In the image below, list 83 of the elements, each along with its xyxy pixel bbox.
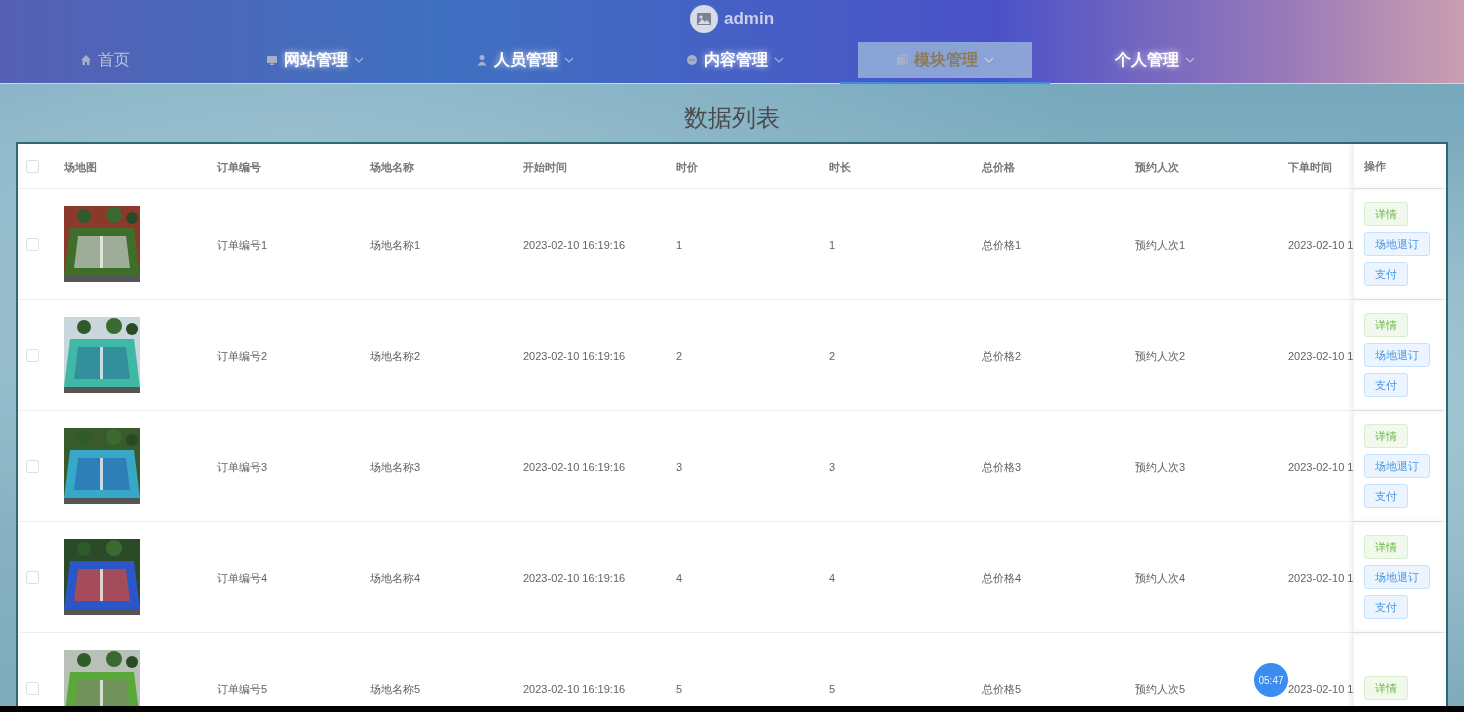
row-checkbox[interactable] <box>26 237 39 251</box>
table-cell: 预约人次3 <box>1135 461 1186 473</box>
table-cell: 5 <box>829 683 836 695</box>
column-header: 预约人次 <box>1135 161 1179 173</box>
detail-button[interactable]: 详情 <box>1364 535 1408 559</box>
avatar-icon <box>689 5 718 33</box>
table-cell: 2023-02-10 1 <box>1288 461 1354 473</box>
table-cell: 订单编号3 <box>217 461 268 473</box>
table-cell: 4 <box>676 572 683 584</box>
column-header: 时长 <box>829 161 851 173</box>
column-header: 订单编号 <box>217 161 261 173</box>
table-cell: 2023-02-10 1 <box>1288 350 1354 362</box>
user-icon <box>476 54 488 66</box>
table-cell: 2023-02-10 16:19:16 <box>523 683 626 695</box>
table-cell: 3 <box>676 461 683 473</box>
table-cell: 场地名称3 <box>370 461 421 473</box>
nav-tab[interactable]: 首页 <box>68 42 142 78</box>
nav-tab[interactable]: 网站管理 <box>254 42 376 78</box>
table-cell: 2 <box>829 350 836 362</box>
table-cell: 3 <box>829 461 836 473</box>
nav-tab[interactable]: 模块管理 <box>858 42 1032 78</box>
home-icon <box>80 54 92 66</box>
nav-tab[interactable]: 人员管理 <box>464 42 586 78</box>
table-cell: 1 <box>829 239 836 251</box>
detail-button[interactable]: 详情 <box>1364 202 1408 226</box>
action-button[interactable]: 场地退订 <box>1364 565 1430 589</box>
column-header: 场地图 <box>64 161 97 173</box>
column-header: 下单时间 <box>1288 161 1332 173</box>
user-name: admin <box>723 9 775 29</box>
row-checkbox[interactable] <box>26 681 39 695</box>
action-button[interactable]: 场地退订 <box>1364 343 1430 367</box>
page-title: 数据列表 <box>683 103 781 133</box>
column-header: 时价 <box>676 161 698 173</box>
table-cell: 场地名称4 <box>370 572 421 584</box>
table-cell: 预约人次5 <box>1135 683 1186 695</box>
column-header: 开始时间 <box>523 161 567 173</box>
table-cell: 总价格5 <box>982 683 1022 695</box>
table-cell: 订单编号1 <box>217 239 268 251</box>
table-cell: 2023-02-10 16:19:16 <box>523 239 626 251</box>
table-cell: 订单编号5 <box>217 683 268 695</box>
nav-tab[interactable]: 个人管理 <box>1103 42 1207 78</box>
row-checkbox[interactable] <box>26 459 39 473</box>
detail-button[interactable]: 详情 <box>1364 676 1408 700</box>
table-cell: 场地名称1 <box>370 239 421 251</box>
row-checkbox[interactable] <box>26 348 39 362</box>
table-cell: 总价格3 <box>982 461 1022 473</box>
table-cell: 场地名称2 <box>370 350 421 362</box>
table-cell: 预约人次1 <box>1135 239 1186 251</box>
column-header: 场地名称 <box>370 161 414 173</box>
select-all-checkbox[interactable] <box>26 159 39 173</box>
table-cell: 2023-02-10 16:19:16 <box>523 572 626 584</box>
table-cell: 总价格4 <box>982 572 1022 584</box>
nav-tab[interactable]: 内容管理 <box>674 42 796 78</box>
detail-button[interactable]: 详情 <box>1364 313 1408 337</box>
column-header: 操作 <box>1364 158 1386 174</box>
table-cell: 5 <box>676 683 683 695</box>
table-cell: 2023-02-10 1 <box>1288 572 1354 584</box>
table-cell: 场地名称5 <box>370 683 421 695</box>
monitor-icon <box>266 54 278 66</box>
row-checkbox[interactable] <box>26 570 39 584</box>
column-header: 总价格 <box>982 161 1015 173</box>
detail-button[interactable]: 详情 <box>1364 424 1408 448</box>
table-cell: 预约人次4 <box>1135 572 1186 584</box>
table-cell: 总价格1 <box>982 239 1022 251</box>
table-cell: 总价格2 <box>982 350 1022 362</box>
copy-icon <box>896 54 908 66</box>
table-cell: 1 <box>676 239 683 251</box>
action-button[interactable]: 支付 <box>1364 373 1408 397</box>
action-button[interactable]: 场地退订 <box>1364 454 1430 478</box>
table-cell: 2023-02-10 1 <box>1288 239 1354 251</box>
action-button[interactable]: 支付 <box>1364 262 1408 286</box>
action-button[interactable]: 支付 <box>1364 595 1408 619</box>
table-cell: 订单编号4 <box>217 572 268 584</box>
table-cell: 订单编号2 <box>217 350 268 362</box>
table-cell: 预约人次2 <box>1135 350 1186 362</box>
table-cell: 2023-02-10 1 <box>1288 683 1354 695</box>
action-button[interactable]: 支付 <box>1364 484 1408 508</box>
table-cell: 4 <box>829 572 836 584</box>
table-cell: 2023-02-10 16:19:16 <box>523 350 626 362</box>
table-cell: 2 <box>676 350 683 362</box>
chat-icon <box>686 54 698 66</box>
table-cell: 2023-02-10 16:19:16 <box>523 461 626 473</box>
action-button[interactable]: 场地退订 <box>1364 232 1430 256</box>
